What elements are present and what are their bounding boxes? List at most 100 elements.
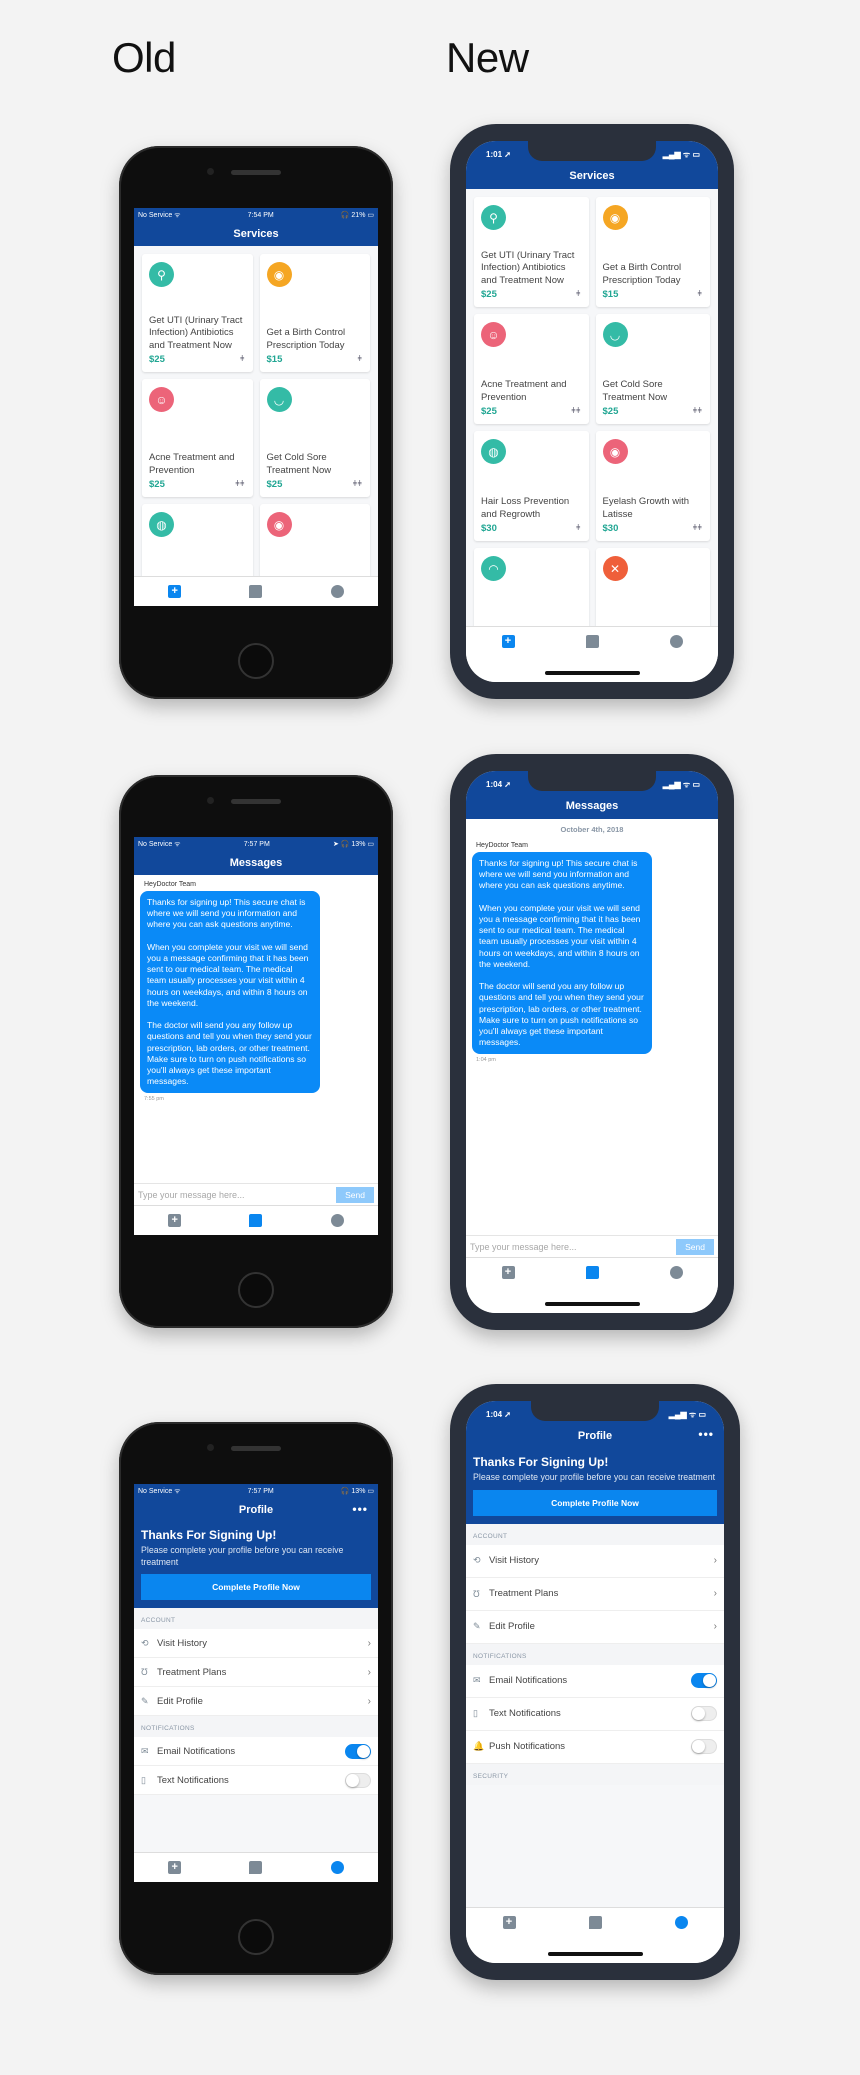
welcome-banner: Thanks For Signing Up! Please complete y… bbox=[134, 1522, 378, 1608]
tab-profile[interactable] bbox=[669, 1266, 683, 1279]
account-row[interactable]: Ʊ Treatment Plans › bbox=[466, 1577, 724, 1611]
service-card[interactable]: ◡ Get Cold Sore Treatment Now $25 ǂǂ bbox=[259, 379, 370, 497]
notification-toggle[interactable] bbox=[345, 1743, 371, 1759]
send-button[interactable]: Send bbox=[676, 1238, 714, 1255]
home-button[interactable] bbox=[238, 643, 274, 679]
old-heading: Old bbox=[112, 34, 176, 81]
complete-profile-button[interactable]: Complete Profile Now bbox=[473, 1489, 717, 1516]
chat-icon bbox=[249, 585, 263, 598]
home-button[interactable] bbox=[238, 1272, 274, 1308]
home-indicator[interactable] bbox=[548, 1952, 643, 1956]
tab-profile[interactable] bbox=[330, 1861, 344, 1874]
tab-services[interactable]: + bbox=[502, 1916, 516, 1929]
page-title: Profile bbox=[238, 1504, 274, 1516]
message-input[interactable]: Type your message here... bbox=[470, 1242, 676, 1252]
more-icon[interactable]: ••• bbox=[698, 1427, 714, 1441]
profile-content[interactable]: Thanks For Signing Up! Please complete y… bbox=[134, 1522, 378, 1852]
message-thread[interactable]: HeyDoctor Team Thanks for signing up! Th… bbox=[134, 875, 378, 1183]
tab-messages[interactable] bbox=[585, 1266, 599, 1279]
service-card[interactable]: ☺ Acne Treatment and Prevention $25 ǂǂ bbox=[474, 314, 589, 424]
people-icon: ǂǂ bbox=[235, 479, 245, 488]
home-indicator[interactable] bbox=[545, 1302, 640, 1306]
more-icon[interactable]: ••• bbox=[352, 1502, 368, 1516]
service-card[interactable]: ◠ Acute Sinus bbox=[474, 548, 589, 626]
people-icon: ǂǂ bbox=[352, 479, 362, 488]
camera bbox=[207, 797, 214, 804]
tab-profile[interactable] bbox=[330, 585, 344, 598]
message-time: 1:04 pm bbox=[476, 1057, 496, 1064]
notification-row: ✉ Email Notifications bbox=[134, 1737, 378, 1766]
tab-messages[interactable] bbox=[249, 1861, 263, 1874]
service-card[interactable]: ⚲ Get UTI (Urinary Tract Infection) Anti… bbox=[474, 197, 589, 307]
user-icon bbox=[669, 1266, 683, 1279]
message-bubble: Thanks for signing up! This secure chat … bbox=[472, 852, 652, 1055]
service-price: $15 bbox=[602, 289, 619, 300]
service-card[interactable]: ✕ bbox=[595, 548, 710, 626]
chevron-right-icon: › bbox=[713, 1588, 717, 1599]
account-row[interactable]: ✎ Edit Profile › bbox=[466, 1610, 724, 1644]
notification-toggle[interactable] bbox=[345, 1772, 371, 1788]
service-price: $25 bbox=[149, 479, 165, 490]
service-title: Get a Birth Control Prescription Today bbox=[266, 327, 346, 351]
account-row[interactable]: ⟲ Visit History › bbox=[134, 1629, 378, 1658]
tab-profile[interactable] bbox=[674, 1916, 688, 1929]
tab-messages[interactable] bbox=[585, 635, 599, 648]
notification-toggle[interactable] bbox=[691, 1706, 717, 1721]
service-card[interactable]: ◉ Get a Birth Control Prescription Today… bbox=[259, 254, 370, 372]
service-card[interactable]: ◍ Hair Loss Prevention and Regrowth $30 … bbox=[474, 431, 589, 541]
message-input[interactable]: Type your message here... bbox=[138, 1190, 336, 1200]
home-button[interactable] bbox=[238, 1919, 274, 1955]
tab-profile[interactable] bbox=[330, 1214, 344, 1227]
service-card[interactable]: ☺ Acne Treatment and Prevention $25 ǂǂ bbox=[142, 379, 253, 497]
page-title: Messages bbox=[229, 857, 283, 869]
phone-icon: ▯ bbox=[141, 1774, 146, 1785]
head-icon: ◍ bbox=[481, 439, 506, 464]
message-thread[interactable]: October 4th, 2018 HeyDoctor Team Thanks … bbox=[466, 819, 718, 1235]
stethoscope-icon: Ʊ bbox=[473, 1588, 480, 1599]
tab-profile[interactable] bbox=[669, 635, 683, 648]
tab-messages[interactable] bbox=[249, 1214, 263, 1227]
status-left: 1:04 ➚ bbox=[486, 1409, 511, 1419]
service-card[interactable]: ◉ Eyelash Growth with Latisse $30 ǂǂ bbox=[259, 504, 370, 576]
notification-toggle[interactable] bbox=[691, 1673, 717, 1688]
service-title: Eyelash Growth with Latisse bbox=[602, 496, 690, 520]
tab-services[interactable]: + bbox=[168, 1861, 182, 1874]
page-title: Services bbox=[569, 170, 615, 182]
service-card[interactable]: ◡ Get Cold Sore Treatment Now $25 ǂǂ bbox=[595, 314, 710, 424]
profile-content[interactable]: Thanks For Signing Up! Please complete y… bbox=[466, 1449, 724, 1907]
row-label: Visit History bbox=[157, 1637, 207, 1649]
notification-toggle[interactable] bbox=[691, 1739, 717, 1754]
speaker bbox=[231, 170, 281, 175]
tab-messages[interactable] bbox=[588, 1916, 602, 1929]
plus-icon: + bbox=[501, 1266, 515, 1279]
service-price: $25 bbox=[149, 354, 165, 365]
chevron-right-icon: › bbox=[367, 1637, 371, 1649]
chevron-right-icon: › bbox=[713, 1555, 717, 1566]
section-header: NOTIFICATIONS bbox=[134, 1716, 378, 1737]
page-title: Messages bbox=[565, 800, 619, 812]
service-card[interactable]: ◉ Eyelash Growth with Latisse $30 ǂǂ bbox=[595, 431, 710, 541]
services-list[interactable]: ⚲ Get UTI (Urinary Tract Infection) Anti… bbox=[134, 246, 378, 576]
service-price: $25 bbox=[266, 479, 283, 490]
service-card[interactable]: ◉ Get a Birth Control Prescription Today… bbox=[595, 197, 710, 307]
tab-services[interactable]: + bbox=[168, 585, 182, 598]
tab-services[interactable]: + bbox=[501, 1266, 515, 1279]
user-icon bbox=[330, 1861, 344, 1874]
welcome-text: Please complete your profile before you … bbox=[141, 1545, 344, 1567]
services-list[interactable]: ⚲ Get UTI (Urinary Tract Infection) Anti… bbox=[466, 189, 718, 626]
complete-profile-button[interactable]: Complete Profile Now bbox=[141, 1574, 371, 1600]
tab-messages[interactable] bbox=[249, 585, 263, 598]
user-icon bbox=[669, 635, 683, 648]
service-card[interactable]: ◍ Hair Loss Prevention and Regrowth $30 … bbox=[142, 504, 253, 576]
home-indicator[interactable] bbox=[545, 671, 640, 675]
message-bubble: Thanks for signing up! This secure chat … bbox=[140, 891, 320, 1094]
account-row[interactable]: Ʊ Treatment Plans › bbox=[134, 1658, 378, 1687]
status-time: 7:57 PM bbox=[243, 840, 270, 848]
service-card[interactable]: ⚲ Get UTI (Urinary Tract Infection) Anti… bbox=[142, 254, 253, 372]
account-row[interactable]: ✎ Edit Profile › bbox=[134, 1687, 378, 1716]
tab-services[interactable]: + bbox=[501, 635, 515, 648]
row-label: Text Notifications bbox=[489, 1708, 561, 1719]
account-row[interactable]: ⟲ Visit History › bbox=[466, 1544, 724, 1578]
tab-services[interactable]: + bbox=[168, 1214, 182, 1227]
send-button[interactable]: Send bbox=[336, 1186, 374, 1203]
